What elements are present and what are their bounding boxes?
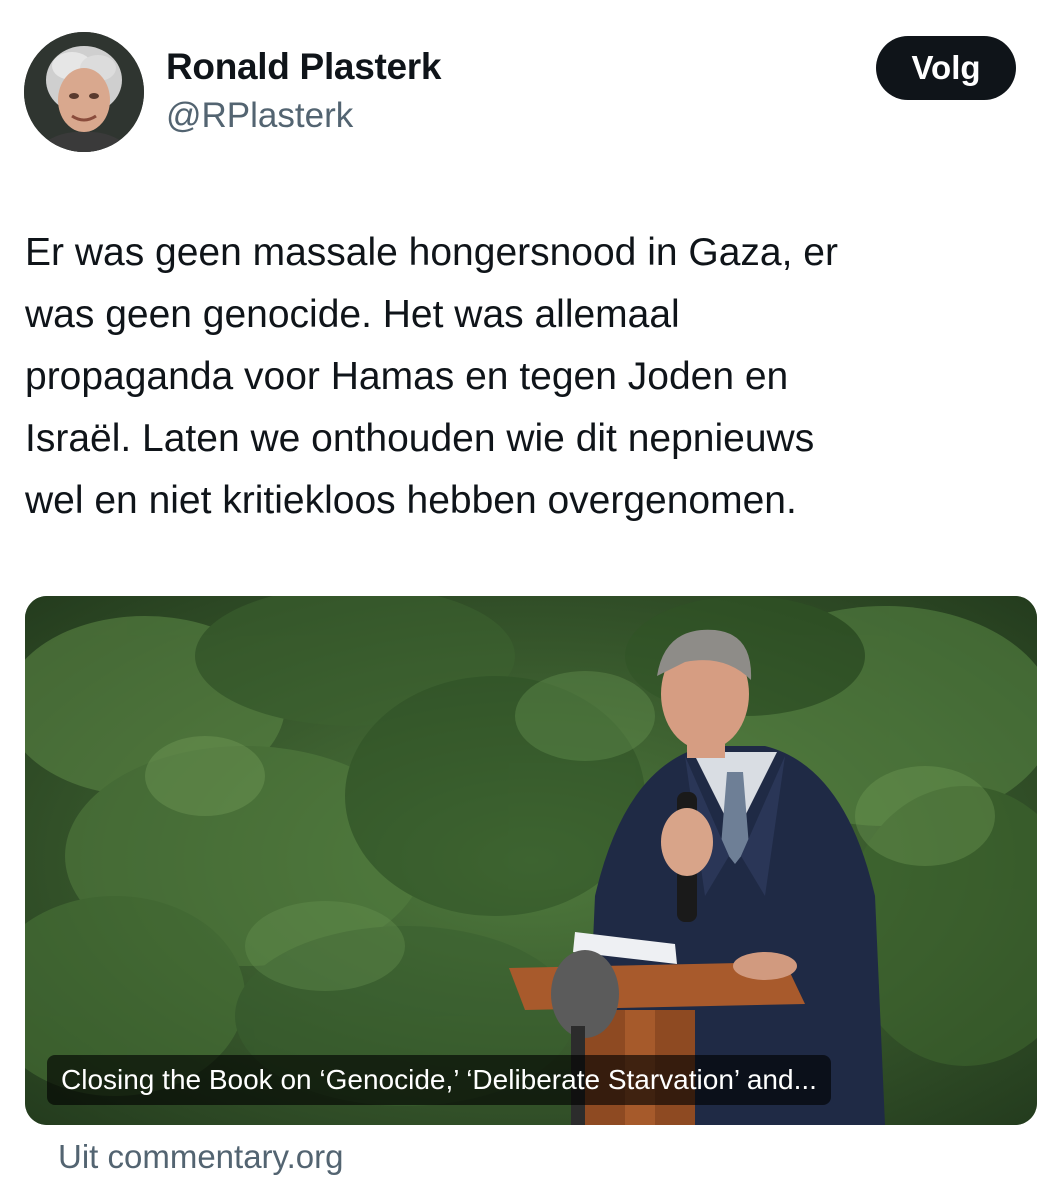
link-card-image[interactable]: Closing the Book on ‘Genocide,’ ‘Deliber… [25,596,1037,1125]
author-display-name[interactable]: Ronald Plasterk [166,46,441,88]
tweet-text: Er was geen massale hongersnood in Gaza,… [25,222,1025,532]
follow-button[interactable]: Volg [876,36,1016,100]
link-card-source[interactable]: Uit commentary.org [58,1138,343,1176]
tweet-text-line: propaganda voor Hamas en tegen Joden en [25,355,789,398]
author-handle[interactable]: @RPlasterk [166,96,353,136]
link-card-caption: Closing the Book on ‘Genocide,’ ‘Deliber… [47,1055,831,1105]
avatar-photo [24,32,144,152]
speaker-photo [25,596,1037,1125]
tweet: Ronald Plasterk @RPlasterk Volg Er was g… [0,0,1062,1200]
tweet-text-line: wel en niet kritiekloos hebben overgenom… [25,479,797,522]
author-avatar[interactable] [24,32,144,152]
tweet-text-line: was geen genocide. Het was allemaal [25,293,680,336]
tweet-text-line: Er was geen massale hongersnood in Gaza,… [25,231,838,274]
tweet-text-line: Israël. Laten we onthouden wie dit nepni… [25,417,815,460]
